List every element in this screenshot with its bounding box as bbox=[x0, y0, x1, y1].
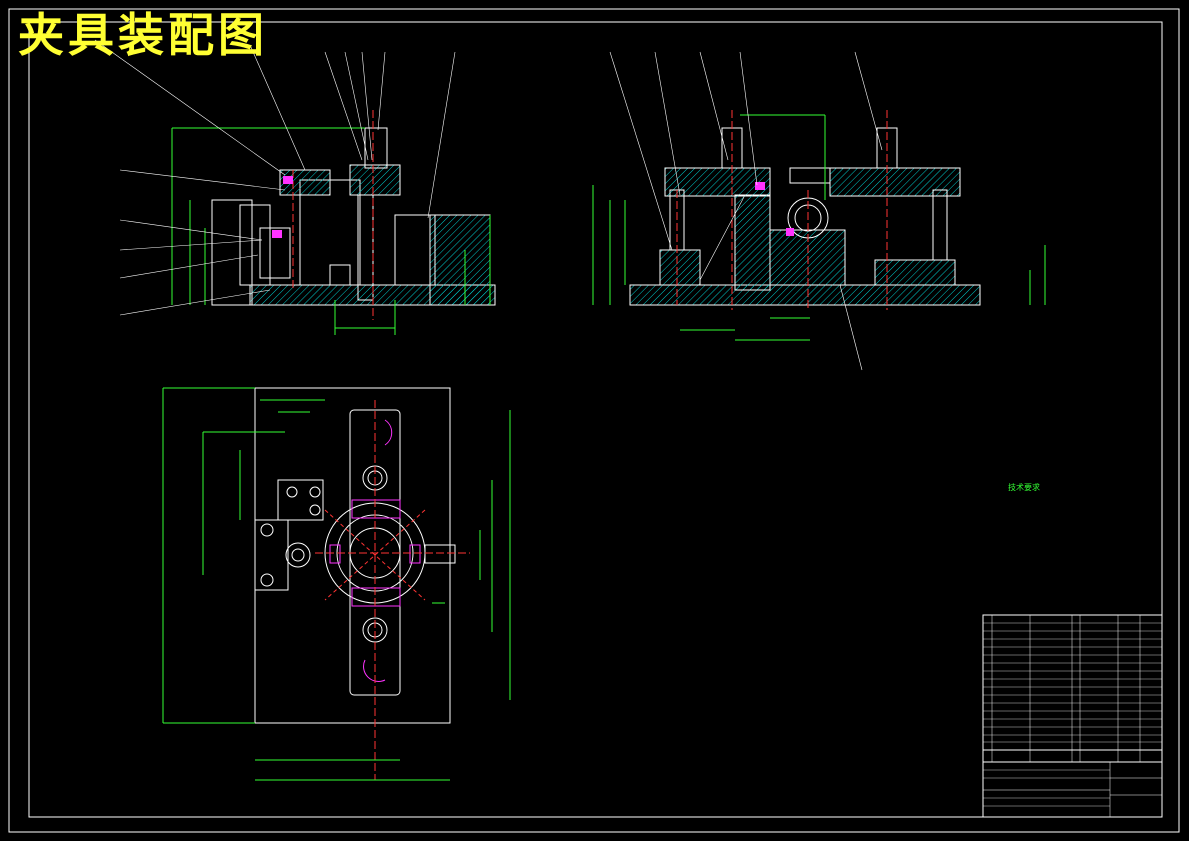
top-view bbox=[162, 387, 511, 781]
side-view bbox=[592, 51, 1046, 371]
drawing-sheet bbox=[8, 8, 1180, 833]
outer-border bbox=[8, 8, 1180, 833]
title-block bbox=[982, 614, 1163, 818]
tech-requirements-heading: 技术要求 bbox=[1008, 483, 1040, 492]
front-view bbox=[94, 39, 496, 335]
drawing-title: 夹具装配图 bbox=[18, 8, 268, 62]
